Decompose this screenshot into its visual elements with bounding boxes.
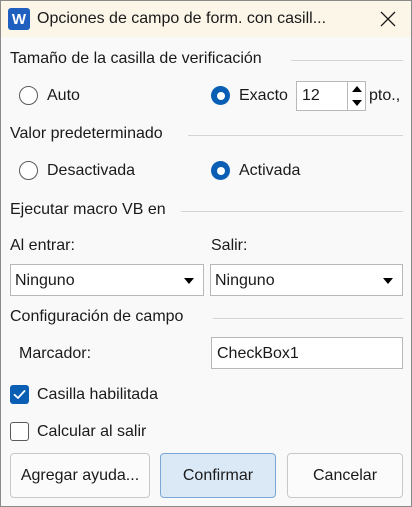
size-auto-radio[interactable] xyxy=(19,86,38,105)
checkmark-icon xyxy=(13,390,26,399)
bookmark-input[interactable]: CheckBox1 xyxy=(211,337,403,369)
size-section-label: Tamaño de la casilla de verificación xyxy=(10,50,262,67)
calculate-on-exit-label[interactable]: Calcular al salir xyxy=(37,423,146,441)
size-exact-label[interactable]: Exacto xyxy=(239,87,288,105)
confirm-button[interactable]: Confirmar xyxy=(160,453,276,498)
dropdown-arrow-icon xyxy=(383,278,393,284)
add-help-text-button[interactable]: Agregar ayuda... xyxy=(10,453,150,498)
checkbox-enabled-label[interactable]: Casilla habilitada xyxy=(37,386,158,404)
size-auto-label[interactable]: Auto xyxy=(47,87,80,105)
triangle-up-icon xyxy=(351,86,362,92)
on-exit-macro-select[interactable]: Ninguno xyxy=(210,264,403,296)
default-off-label[interactable]: Desactivada xyxy=(47,162,135,180)
title-bar: W Opciones de campo de form. con casill.… xyxy=(1,1,411,37)
close-icon xyxy=(380,11,396,27)
field-settings-section-divider xyxy=(213,318,403,319)
close-button[interactable] xyxy=(371,4,405,34)
triangle-down-icon xyxy=(351,100,362,106)
on-entry-macro-select[interactable]: Ninguno xyxy=(10,264,204,296)
size-section-divider xyxy=(291,60,403,61)
spin-down-button[interactable] xyxy=(348,96,365,110)
bookmark-label: Marcador: xyxy=(19,345,92,362)
size-points-input[interactable]: 12 xyxy=(296,81,348,111)
cancel-button[interactable]: Cancelar xyxy=(287,453,403,498)
field-settings-section-label: Configuración de campo xyxy=(10,308,184,325)
on-exit-label: Salir: xyxy=(211,237,248,254)
default-off-radio[interactable] xyxy=(19,161,38,180)
size-exact-radio[interactable] xyxy=(211,86,230,105)
macro-section-divider xyxy=(181,211,403,212)
dropdown-arrow-icon xyxy=(184,278,194,284)
spin-up-button[interactable] xyxy=(348,82,365,96)
default-on-radio[interactable] xyxy=(211,161,230,180)
size-points-spinner xyxy=(348,81,366,111)
on-entry-label: Al entrar: xyxy=(10,237,75,254)
checkbox-enabled-checkbox[interactable] xyxy=(10,385,29,404)
checkbox-form-field-options-dialog: W Opciones de campo de form. con casill.… xyxy=(0,0,412,507)
size-unit-label: pto., xyxy=(369,87,401,104)
default-section-divider xyxy=(188,135,403,136)
on-exit-macro-value: Ninguno xyxy=(215,272,275,289)
default-on-label[interactable]: Activada xyxy=(239,162,300,180)
word-app-icon: W xyxy=(8,8,30,30)
dialog-title: Opciones de campo de form. con casill... xyxy=(37,10,327,27)
calculate-on-exit-checkbox[interactable] xyxy=(10,422,29,441)
default-section-label: Valor predeterminado xyxy=(10,125,163,142)
macro-section-label: Ejecutar macro VB en xyxy=(10,201,166,218)
on-entry-macro-value: Ninguno xyxy=(15,272,75,289)
